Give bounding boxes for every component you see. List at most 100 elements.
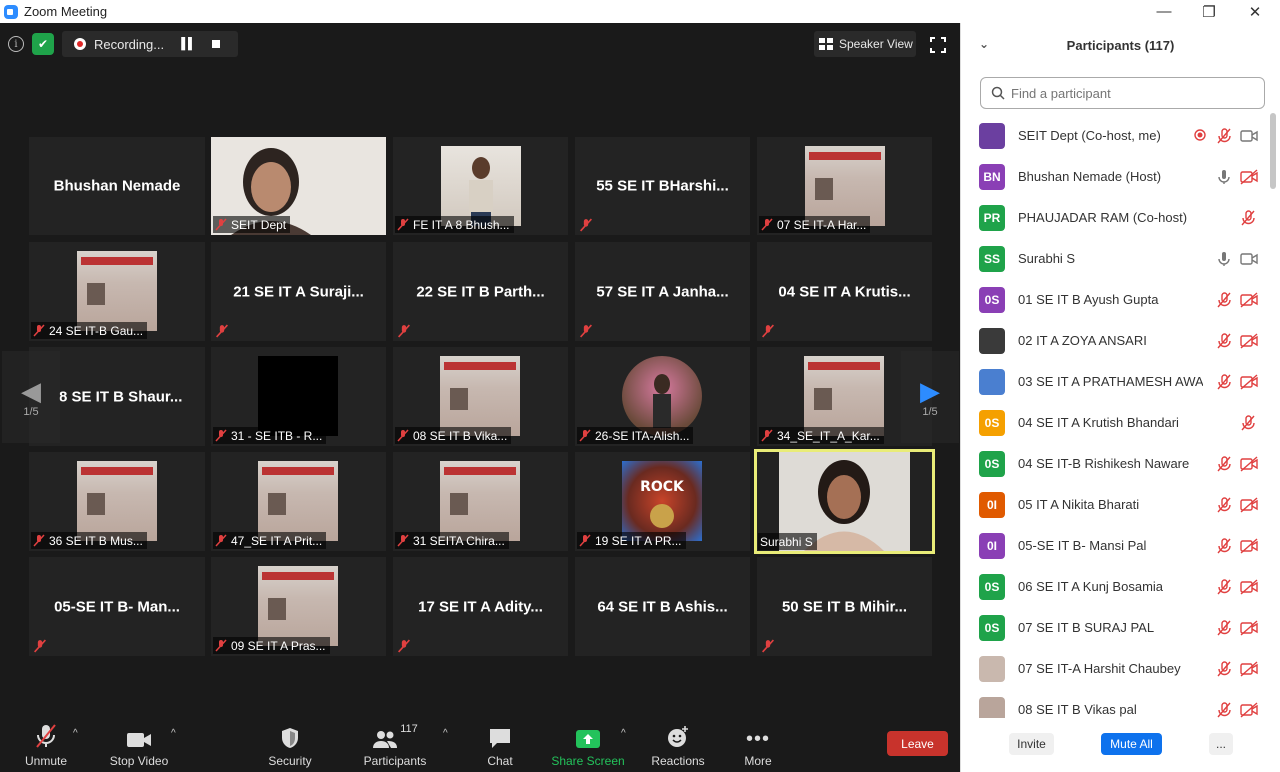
participant-row[interactable]: SS Surabhi S [961, 238, 1271, 279]
video-tile[interactable]: 17 SE IT A Adity... [393, 557, 568, 656]
participants-scrollbar[interactable] [1270, 113, 1276, 189]
participant-row[interactable]: 0S 04 SE IT-B Rishikesh Naware [961, 443, 1271, 484]
audio-options-caret[interactable]: ^ [73, 728, 78, 739]
video-tile[interactable]: 04 SE IT A Krutis... [757, 242, 932, 341]
encryption-shield-icon[interactable]: ✔ [32, 33, 54, 55]
security-button[interactable]: Security [266, 720, 314, 768]
microphone-icon[interactable] [1216, 251, 1232, 267]
more-button[interactable]: ••• More [742, 720, 774, 768]
video-tile[interactable]: 21 SE IT A Suraji... [211, 242, 386, 341]
mic-muted-icon[interactable] [1216, 333, 1232, 349]
avatar [979, 122, 1005, 149]
speaker-view-button[interactable]: Speaker View [814, 31, 916, 57]
video-tile[interactable]: 05-SE IT B- Man... [29, 557, 205, 656]
search-input[interactable] [1011, 85, 1251, 101]
recording-icon[interactable] [1193, 128, 1209, 144]
video-off-icon[interactable] [1240, 169, 1258, 185]
participant-row[interactable]: 0S 06 SE IT A Kunj Bosamia [961, 566, 1271, 607]
stop-recording-icon[interactable] [212, 40, 220, 48]
mic-muted-icon[interactable] [1216, 497, 1232, 513]
panel-more-button[interactable]: ... [1209, 733, 1233, 755]
info-icon[interactable]: i [8, 36, 24, 52]
mic-muted-icon [215, 218, 227, 231]
participant-row[interactable]: 0S 07 SE IT B SURAJ PAL [961, 607, 1271, 648]
fullscreen-icon[interactable] [930, 37, 946, 53]
mic-muted-icon[interactable] [1240, 415, 1256, 431]
reactions-button[interactable]: Reactions [650, 720, 706, 768]
video-tile[interactable]: 50 SE IT B Mihir... [757, 557, 932, 656]
video-camera-icon[interactable] [1240, 251, 1258, 267]
mic-muted-icon[interactable] [1216, 374, 1232, 390]
video-tile[interactable]: SEIT Dept [211, 137, 386, 235]
video-camera-icon[interactable] [1240, 128, 1258, 144]
participant-row[interactable]: 03 SE IT A PRATHAMESH AWATI [961, 361, 1271, 402]
video-tile[interactable]: 26-SE ITA-Alish... [575, 347, 750, 446]
chevron-down-icon[interactable]: ⌄ [979, 37, 989, 51]
mic-muted-icon[interactable] [1216, 538, 1232, 554]
video-tile[interactable]: 64 SE IT B Ashis... [575, 557, 750, 656]
video-tile[interactable]: ROCK 19 SE IT A PR... [575, 452, 750, 551]
participant-row[interactable]: 0S 01 SE IT B Ayush Gupta [961, 279, 1271, 320]
next-page-button[interactable]: ▶ 1/5 [901, 351, 959, 443]
video-tile[interactable]: 09 SE IT A Pras... [211, 557, 386, 656]
video-tile[interactable]: FE IT A 8 Bhush... [393, 137, 568, 235]
unmute-button[interactable]: Unmute [22, 720, 70, 768]
close-button[interactable]: ✕ [1232, 0, 1278, 23]
video-off-icon[interactable] [1240, 538, 1258, 554]
video-tile[interactable]: 08 SE IT B Vika... [393, 347, 568, 446]
video-tile[interactable]: 57 SE IT A Janha... [575, 242, 750, 341]
video-tile[interactable]: 31 - SE ITB - R... [211, 347, 386, 446]
video-off-icon[interactable] [1240, 497, 1258, 513]
participant-row[interactable]: BN Bhushan Nemade (Host) [961, 156, 1271, 197]
video-tile[interactable]: 36 SE IT B Mus... [29, 452, 205, 551]
mic-muted-icon[interactable] [1216, 620, 1232, 636]
participant-row[interactable]: 08 SE IT B Vikas pal [961, 689, 1271, 718]
pause-recording-icon[interactable]: ▌▌ [180, 38, 196, 50]
previous-page-button[interactable]: ◀ 1/5 [2, 351, 60, 443]
video-tile[interactable]: 31 SEITA Chira... [393, 452, 568, 551]
video-off-icon[interactable] [1240, 661, 1258, 677]
mic-muted-icon[interactable] [1240, 210, 1256, 226]
video-off-icon[interactable] [1240, 456, 1258, 472]
video-tile-active-speaker[interactable]: Surabhi S [754, 449, 935, 554]
mic-muted-icon[interactable] [1216, 128, 1232, 144]
video-tile[interactable]: 07 SE IT-A Har... [757, 137, 932, 235]
microphone-icon[interactable] [1216, 169, 1232, 185]
mute-all-button[interactable]: Mute All [1101, 733, 1162, 755]
video-off-icon[interactable] [1240, 702, 1258, 718]
leave-button[interactable]: Leave [887, 731, 948, 756]
mic-muted-icon[interactable] [1216, 579, 1232, 595]
participants-button[interactable]: 117 Participants [364, 720, 427, 768]
video-tile[interactable]: 55 SE IT BHarshi... [575, 137, 750, 235]
mic-muted-icon[interactable] [1216, 702, 1232, 718]
participant-row[interactable]: 07 SE IT-A Harshit Chaubey [961, 648, 1271, 689]
video-tile[interactable]: 24 SE IT-B Gau... [29, 242, 205, 341]
participant-row[interactable]: SEIT Dept (Co-host, me) [961, 115, 1271, 156]
maximize-button[interactable]: ❐ [1186, 0, 1232, 23]
video-off-icon[interactable] [1240, 292, 1258, 308]
share-screen-button[interactable]: Share Screen [551, 720, 625, 768]
chat-button[interactable]: Chat [482, 720, 518, 768]
video-off-icon[interactable] [1240, 579, 1258, 595]
participant-row[interactable]: 0I 05 IT A Nikita Bharati [961, 484, 1271, 525]
video-options-caret[interactable]: ^ [171, 728, 176, 739]
mic-muted-icon[interactable] [1216, 661, 1232, 677]
participant-search[interactable] [980, 77, 1265, 109]
participant-row[interactable]: PR PHAUJADAR RAM (Co-host) [961, 197, 1271, 238]
mic-muted-icon[interactable] [1216, 292, 1232, 308]
video-off-icon[interactable] [1240, 620, 1258, 636]
mic-muted-icon[interactable] [1216, 456, 1232, 472]
participant-row[interactable]: 0S 04 SE IT A Krutish Bhandari [961, 402, 1271, 443]
video-tile[interactable]: 22 SE IT B Parth... [393, 242, 568, 341]
participant-row[interactable]: 0I 05-SE IT B- Mansi Pal [961, 525, 1271, 566]
video-off-icon[interactable] [1240, 374, 1258, 390]
participants-options-caret[interactable]: ^ [443, 728, 448, 739]
invite-button[interactable]: Invite [1009, 733, 1054, 755]
stop-video-button[interactable]: Stop Video [108, 720, 170, 768]
participant-row[interactable]: 02 IT A ZOYA ANSARI [961, 320, 1271, 361]
share-options-caret[interactable]: ^ [621, 728, 626, 739]
video-tile[interactable]: 47_SE IT A Prit... [211, 452, 386, 551]
video-off-icon[interactable] [1240, 333, 1258, 349]
minimize-button[interactable]: — [1141, 0, 1187, 23]
video-tile[interactable]: Bhushan Nemade [29, 137, 205, 235]
